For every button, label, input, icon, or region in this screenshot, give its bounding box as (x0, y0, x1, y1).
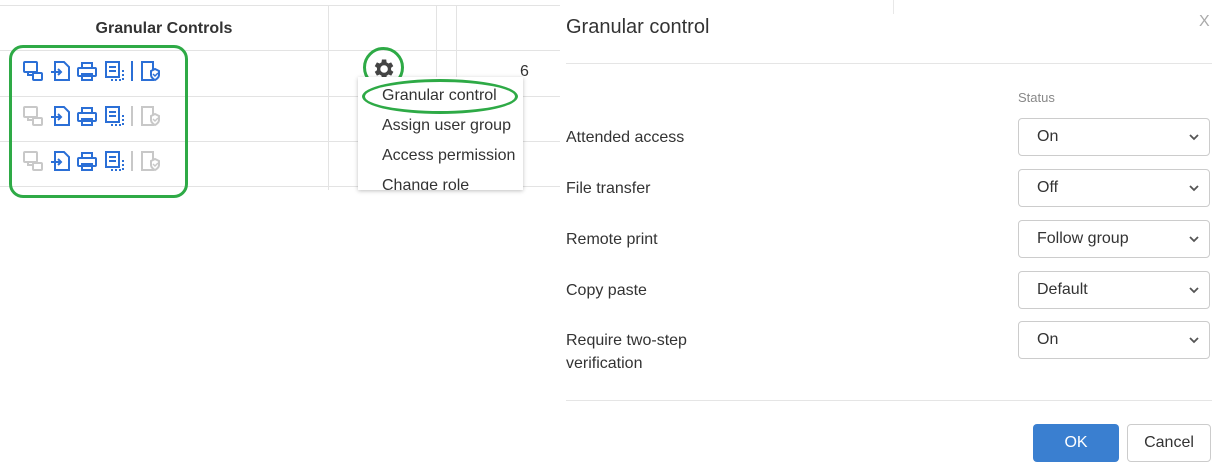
grid-line (0, 5, 560, 6)
chevron-down-icon (1189, 185, 1199, 192)
select-value: Follow group (1037, 230, 1129, 247)
menu-item-change-role[interactable]: Change role (382, 177, 469, 190)
highlight-box (9, 45, 188, 198)
dialog-footer-divider (566, 400, 1212, 401)
chevron-down-icon (1189, 236, 1199, 243)
highlight-oval (362, 79, 518, 114)
label-copy-paste: Copy paste (566, 282, 647, 299)
label-remote-print: Remote print (566, 231, 658, 248)
select-value: On (1037, 331, 1059, 348)
label-attended-access: Attended access (566, 129, 685, 146)
menu-item-assign-user-group[interactable]: Assign user group (382, 117, 511, 135)
ok-button[interactable]: OK (1033, 424, 1119, 462)
chevron-down-icon (1189, 337, 1199, 344)
select-value: On (1037, 128, 1059, 145)
column-header-granular-controls: Granular Controls (95, 20, 233, 37)
grid-line (328, 5, 329, 190)
chevron-down-icon (1189, 287, 1199, 294)
menu-item-access-permission[interactable]: Access permission (382, 147, 515, 165)
divider (893, 0, 894, 14)
chevron-down-icon (1189, 134, 1199, 141)
select-two-step-verification[interactable]: On (1018, 321, 1210, 359)
cancel-button[interactable]: Cancel (1127, 424, 1211, 462)
select-value: Off (1037, 179, 1059, 196)
close-icon[interactable]: X (1199, 13, 1210, 31)
label-file-transfer: File transfer (566, 180, 651, 197)
select-file-transfer[interactable]: Off (1018, 169, 1210, 207)
select-value: Default (1037, 281, 1088, 298)
select-attended-access[interactable]: On (1018, 118, 1210, 156)
label-two-step-verification: Require two-step verification (566, 332, 687, 372)
dialog-divider (566, 63, 1212, 64)
status-column-header: Status (1018, 90, 1055, 105)
select-remote-print[interactable]: Follow group (1018, 220, 1210, 258)
dialog-title: Granular control (566, 16, 710, 38)
select-copy-paste[interactable]: Default (1018, 271, 1210, 309)
